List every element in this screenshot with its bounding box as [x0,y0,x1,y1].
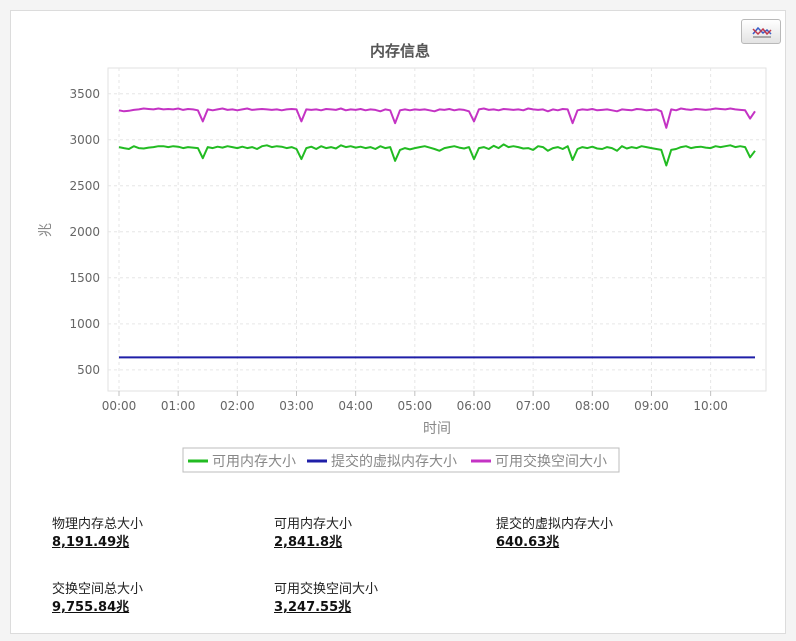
x-tick-label: 07:00 [516,399,551,413]
legend-label[interactable]: 可用内存大小 [212,454,296,470]
legend-label[interactable]: 可用交换空间大小 [495,453,607,470]
x-axis-label: 时间 [423,421,451,437]
legend-label[interactable]: 提交的虚拟内存大小 [331,453,457,470]
y-tick-label: 3500 [69,87,100,101]
x-tick-label: 00:00 [102,399,137,413]
x-tick-label: 01:00 [161,399,196,413]
x-tick-label: 03:00 [279,399,314,413]
y-axis-label: 兆 [38,223,54,237]
x-tick-label: 09:00 [634,399,669,413]
x-tick-label: 06:00 [457,399,492,413]
x-tick-label: 05:00 [398,399,433,413]
x-tick-label: 08:00 [575,399,610,413]
y-tick-label: 3000 [69,133,100,147]
stat-value[interactable]: 2,841.8兆 [274,534,484,552]
memory-line-chart: 内存信息 500 1000 1500 2000 2500 3000 3500 00:00 01:0… [38,42,767,473]
stat-value[interactable]: 640.63兆 [496,534,706,552]
x-tick-label: 04:00 [338,399,373,413]
chart-export-icon [752,26,772,38]
plot-area [107,67,767,392]
y-tick-label: 1500 [69,271,100,285]
chart-export-button[interactable] [741,19,781,44]
y-tick-label: 1000 [69,317,100,331]
x-tick-label: 10:00 [693,399,728,413]
y-tick-label: 500 [77,363,100,377]
chart-title: 内存信息 [370,42,430,60]
x-tick-label: 02:00 [220,399,255,413]
y-tick-label: 2500 [69,179,100,193]
stat-value[interactable]: 8,191.49兆 [52,534,262,552]
y-tick-label: 2000 [69,225,100,239]
stat-value[interactable]: 3,247.55兆 [274,599,484,617]
stat-value[interactable]: 9,755.84兆 [52,599,262,617]
